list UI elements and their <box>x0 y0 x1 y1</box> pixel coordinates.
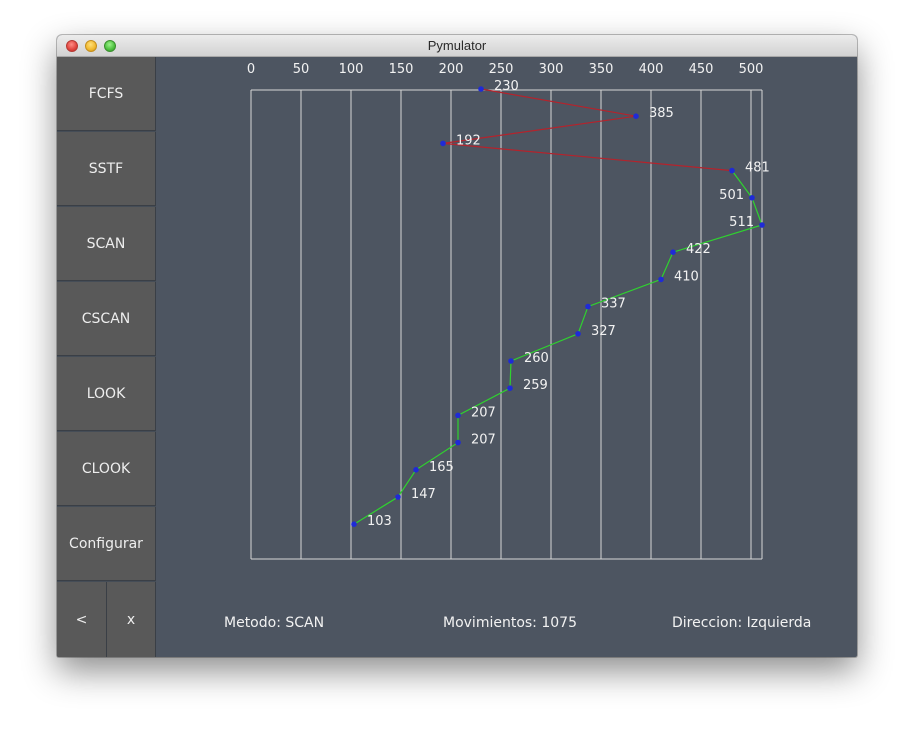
disk-scheduling-chart: 0 50 100 150 200 250 300 350 400 450 500 230 385 192 4… <box>247 62 770 560</box>
request-point <box>440 140 446 147</box>
request-point <box>658 276 664 283</box>
x-tick-label: 200 <box>439 62 464 77</box>
request-label: 230 <box>494 79 519 94</box>
x-tick-label: 250 <box>489 62 514 77</box>
request-point <box>585 303 591 310</box>
request-point <box>759 222 765 228</box>
request-point <box>455 439 461 446</box>
scan-button[interactable]: SCAN <box>57 207 156 281</box>
request-label: 385 <box>649 106 674 121</box>
request-point <box>575 331 581 337</box>
request-label: 147 <box>411 487 436 502</box>
request-point <box>670 249 676 255</box>
method-status: Metodo: SCAN <box>224 615 325 631</box>
request-label: 260 <box>524 351 549 366</box>
request-point <box>395 494 401 500</box>
x-tick-label: 400 <box>639 62 664 77</box>
request-label: 481 <box>745 161 770 176</box>
sstf-button[interactable]: SSTF <box>57 132 156 206</box>
x-tick-label: 50 <box>293 62 310 77</box>
configure-button[interactable]: Configurar <box>57 507 156 581</box>
series-line <box>442 88 733 172</box>
request-label: 410 <box>674 269 699 284</box>
x-tick-label: 150 <box>389 62 414 77</box>
x-tick-label: 350 <box>589 62 614 77</box>
movements-status: Movimientos: 1075 <box>443 615 577 631</box>
request-point <box>633 113 639 119</box>
x-tick-label: 100 <box>339 62 364 77</box>
x-tick-label: 0 <box>247 62 255 77</box>
request-label: 422 <box>686 242 711 257</box>
request-label: 337 <box>601 297 626 312</box>
window-title: Pymulator <box>427 38 487 53</box>
request-point <box>749 195 755 201</box>
x-tick-label: 300 <box>539 62 564 77</box>
request-point <box>478 86 484 92</box>
request-point <box>413 467 419 473</box>
request-label: 511 <box>729 215 754 230</box>
request-label: 192 <box>456 133 481 148</box>
request-label: 207 <box>471 433 496 448</box>
request-point <box>507 385 513 392</box>
request-label: 207 <box>471 405 496 420</box>
fcfs-button[interactable]: FCFS <box>57 57 156 131</box>
look-button[interactable]: LOOK <box>57 357 156 431</box>
request-label: 259 <box>523 378 548 393</box>
back-button[interactable]: < <box>57 582 107 657</box>
clear-button[interactable]: x <box>107 582 156 657</box>
app-window: Pymulator FCFS SSTF SCAN CSCAN LOOK CLOO… <box>57 35 857 657</box>
request-label: 103 <box>367 514 392 529</box>
request-point <box>351 521 357 527</box>
title-bar: Pymulator <box>57 35 857 57</box>
cscan-button[interactable]: CSCAN <box>57 282 156 356</box>
request-point <box>729 167 735 174</box>
x-tick-label: 450 <box>689 62 714 77</box>
request-point <box>455 412 461 419</box>
direction-status: Direccion: Izquierda <box>672 615 812 631</box>
request-label: 327 <box>591 324 616 339</box>
request-label: 501 <box>719 188 744 203</box>
clook-button[interactable]: CLOOK <box>57 432 156 506</box>
request-label: 165 <box>429 460 454 475</box>
request-point <box>508 358 514 364</box>
sidebar: FCFS SSTF SCAN CSCAN LOOK CLOOK Configur… <box>57 57 156 657</box>
x-tick-label: 500 <box>739 62 764 77</box>
